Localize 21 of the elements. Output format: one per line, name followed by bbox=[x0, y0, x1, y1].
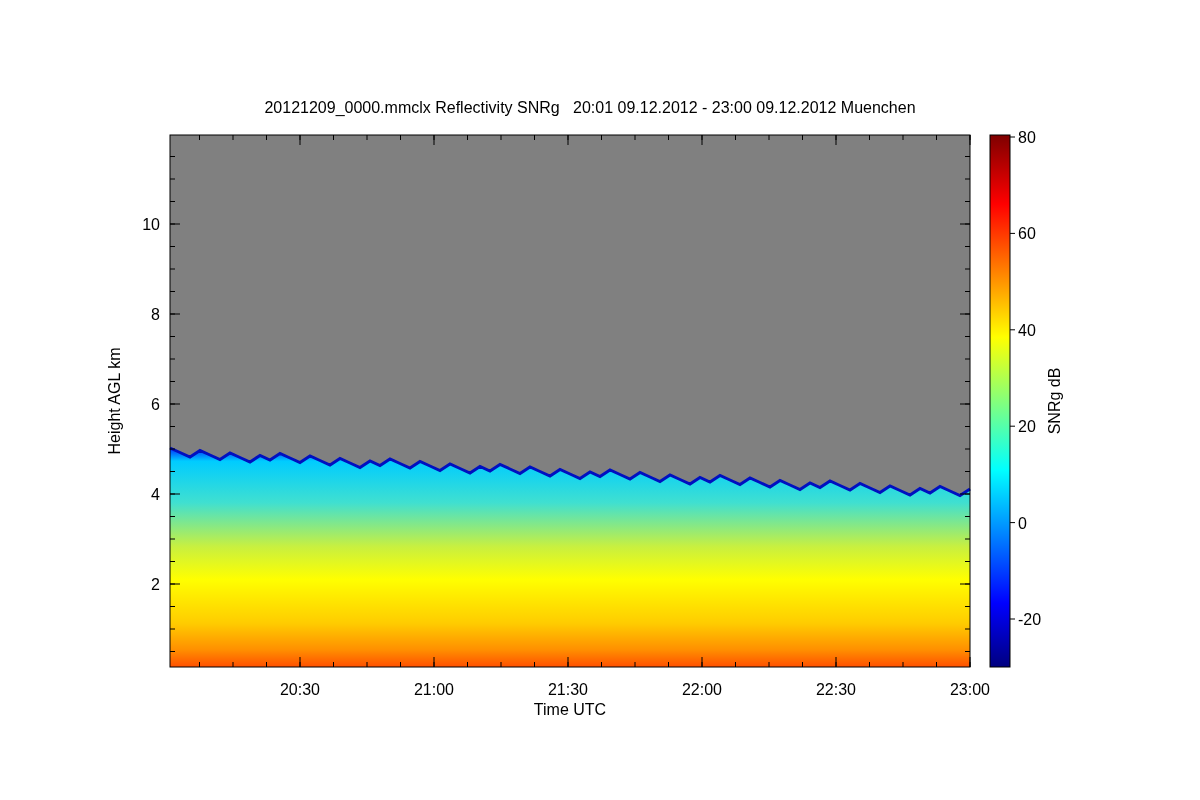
chart-title: 20121209_0000.mmclx Reflectivity SNRg 20:01 09.12.2012 - 23:00 09.12.2012 Muenchen bbox=[264, 99, 916, 116]
colorbar-tick-label: 20 bbox=[1018, 418, 1036, 436]
colorbar-tick-label: 80 bbox=[1018, 129, 1036, 146]
x-axis-label: Time UTC bbox=[533, 701, 607, 718]
colorbar-tick-label: 0 bbox=[1018, 514, 1027, 532]
y-tick-label: 2 bbox=[151, 576, 160, 593]
y-tick-label: 10 bbox=[142, 216, 160, 233]
y-tick-label: 4 bbox=[151, 486, 160, 503]
x-tick-label: 21:00 bbox=[414, 681, 454, 698]
y-axis-label: Height AGL km bbox=[106, 347, 123, 455]
y-tick-label: 6 bbox=[151, 396, 160, 413]
x-tick-label: 23:00 bbox=[950, 681, 990, 698]
x-tick-label: 21:30 bbox=[548, 681, 588, 698]
x-tick-label: 20:30 bbox=[280, 681, 320, 698]
colorbar-tick-label: -20 bbox=[1018, 611, 1042, 628]
colorbar-tick-label: 40 bbox=[1018, 321, 1036, 339]
colorbar-label: SNRg dB bbox=[1046, 367, 1063, 435]
x-tick-label: 22:00 bbox=[682, 681, 722, 698]
colorbar-tick-label: 60 bbox=[1018, 225, 1036, 243]
y-tick-label: 8 bbox=[151, 306, 160, 323]
x-tick-label: 22:30 bbox=[816, 681, 856, 698]
